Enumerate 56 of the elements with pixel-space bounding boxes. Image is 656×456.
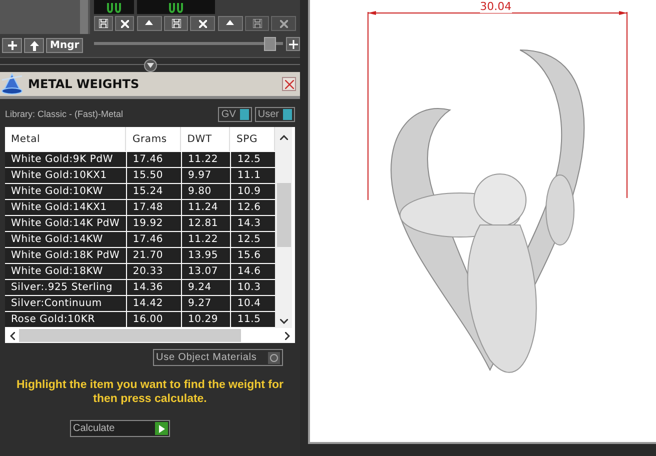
table-cell[interactable]: 16.00	[126, 312, 182, 327]
library-label: Library: Classic - (Fast)-Metal	[5, 109, 124, 119]
table-cell[interactable]: 17.46	[126, 152, 182, 167]
table-cell[interactable]: 11.5	[231, 312, 275, 327]
column-header[interactable]: Grams	[126, 127, 182, 151]
column-header[interactable]: Metal	[5, 127, 126, 151]
table-cell[interactable]: White Gold:10KX1	[5, 168, 127, 183]
table-cell[interactable]: 9.80	[182, 184, 232, 199]
toggle-button[interactable]: User	[254, 106, 295, 122]
table-cell[interactable]: 9.24	[182, 280, 232, 295]
dimension-label: 30.04	[480, 1, 512, 13]
table-cell[interactable]: 14.3	[231, 216, 275, 231]
table-cell[interactable]: 19.92	[126, 216, 182, 231]
table-cell[interactable]: 10.29	[182, 312, 232, 327]
table-cell[interactable]: 15.24	[126, 184, 182, 199]
table-cell[interactable]: 14.36	[126, 280, 182, 295]
table-cell[interactable]: 12.5	[231, 152, 275, 167]
table-cell[interactable]: 11.24	[182, 200, 232, 215]
table-cell[interactable]: 13.95	[182, 248, 232, 263]
table-cell[interactable]: 10.4	[231, 296, 275, 311]
panel-title: METAL WEIGHTS	[28, 77, 140, 91]
table-cell[interactable]: 9.27	[182, 296, 232, 311]
table-cell[interactable]: 17.46	[126, 232, 182, 247]
table-cell[interactable]: White Gold:10KW	[5, 184, 127, 199]
instruction-text: Highlight the item you want to find the weight for then press calculate.	[15, 378, 285, 406]
toggle-button[interactable]: GV	[218, 106, 252, 122]
table-cell[interactable]: 12.5	[231, 232, 275, 247]
table-cell[interactable]: 15.50	[126, 168, 182, 183]
table-cell[interactable]: 10.9	[231, 184, 275, 199]
table-cell[interactable]: 17.48	[126, 200, 182, 215]
table-cell[interactable]: White Gold:18K PdW	[5, 248, 127, 263]
table-cell[interactable]: White Gold:14K PdW	[5, 216, 127, 231]
table-cell[interactable]: 9.97	[182, 168, 232, 183]
table-cell[interactable]: 10.3	[231, 280, 275, 295]
table-cell[interactable]: 13.07	[182, 264, 232, 279]
use-object-materials-toggle[interactable]: Use Object Materials	[153, 349, 283, 366]
table-cell[interactable]: 12.81	[182, 216, 232, 231]
table-cell[interactable]: 11.22	[182, 232, 232, 247]
table-cell[interactable]: Silver:.925 Sterling	[5, 280, 127, 295]
column-header[interactable]: DWT	[181, 127, 230, 151]
table-cell[interactable]: 15.6	[231, 248, 275, 263]
table-cell[interactable]: White Gold:18KW	[5, 264, 127, 279]
table-cell[interactable]: White Gold:9K PdW	[5, 152, 127, 167]
table-cell[interactable]: 14.6	[231, 264, 275, 279]
manager-button[interactable]: Mngr	[46, 38, 84, 53]
table-cell[interactable]: 20.33	[126, 264, 182, 279]
table-cell[interactable]: 21.70	[126, 248, 182, 263]
table-cell[interactable]: 12.6	[231, 200, 275, 215]
calculate-button[interactable]: Calculate	[70, 420, 170, 437]
table-cell[interactable]: White Gold:14KX1	[5, 200, 127, 215]
table-cell[interactable]: 11.1	[231, 168, 275, 183]
table-cell[interactable]: 11.22	[182, 152, 232, 167]
table-cell[interactable]: White Gold:14KW	[5, 232, 127, 247]
table-cell[interactable]: 14.42	[126, 296, 182, 311]
table-cell[interactable]: Silver:Continuum	[5, 296, 127, 311]
table-cell[interactable]: Rose Gold:10KR	[5, 312, 127, 327]
